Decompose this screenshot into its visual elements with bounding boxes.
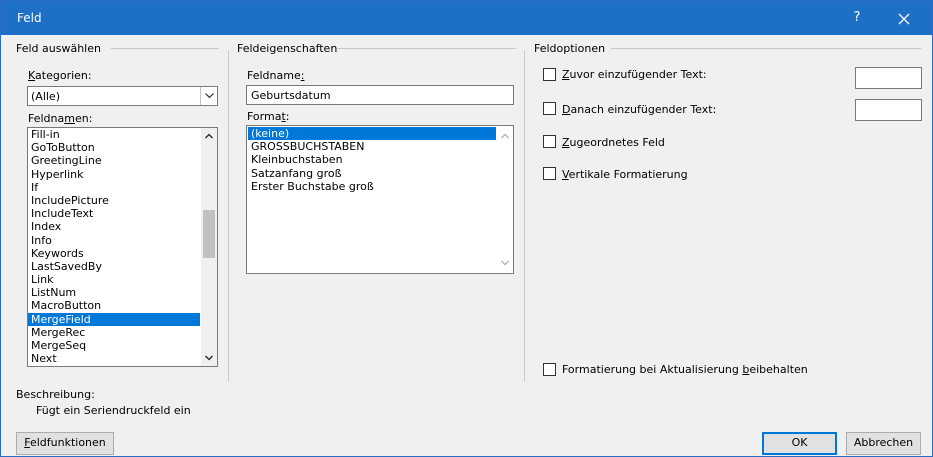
field-dialog: Feld ? Feld auswählen Kategorien: (Alle)… (0, 0, 933, 457)
group-line-properties (337, 48, 516, 49)
format-scroll-down-button[interactable] (497, 255, 513, 271)
fieldname-item[interactable]: Hyperlink (28, 168, 200, 181)
fieldname-item[interactable]: MergeSeq (28, 339, 200, 352)
group-title-select: Feld auswählen (16, 42, 105, 55)
mapped-field-label: Zugeordnetes Feld (562, 136, 665, 149)
before-text-checkbox[interactable] (543, 68, 556, 81)
format-list[interactable]: (keine) GROSSBUCHSTABEN Kleinbuchstaben Sat… (246, 125, 514, 274)
fieldnames-list[interactable]: Fill-in GoToButton GreetingLine Hyperlink If… (27, 127, 218, 367)
fieldname-input[interactable]: Geburtsdatum (246, 85, 514, 105)
fieldname-item[interactable]: If (28, 181, 200, 194)
mapped-field-checkbox[interactable] (543, 135, 556, 148)
group-line-options (611, 48, 921, 49)
keep-format-checkbox[interactable] (543, 363, 556, 376)
fieldname-item[interactable]: LastSavedBy (28, 260, 200, 273)
fieldname-item[interactable]: GreetingLine (28, 154, 200, 167)
separator-right (524, 51, 525, 381)
format-item[interactable]: Erster Buchstabe groß (248, 180, 496, 193)
group-title-options: Feldoptionen (534, 42, 610, 55)
keep-format-label: Formatierung bei Aktualisierung beibehal… (562, 363, 808, 376)
separator-left (228, 51, 229, 381)
format-scroll-up-button[interactable] (497, 128, 513, 144)
fieldname-item[interactable]: MergeRec (28, 326, 200, 339)
vertical-format-checkbox[interactable] (543, 167, 556, 180)
categories-value: (Alle) (31, 90, 60, 103)
fieldname-item[interactable]: Next (28, 352, 200, 365)
fieldname-item[interactable]: Index (28, 220, 200, 233)
format-item[interactable]: Satzanfang groß (248, 167, 496, 180)
after-text-input[interactable] (855, 99, 922, 121)
fieldnames-scrollbar[interactable] (201, 128, 217, 366)
title-bar: Feld ? (1, 1, 932, 35)
chevron-up-icon (501, 133, 509, 139)
before-text-input[interactable] (855, 67, 922, 89)
categories-label: Kategorien: (28, 69, 92, 82)
cancel-button[interactable]: Abbrechen (846, 432, 921, 455)
chevron-down-icon (501, 260, 509, 266)
fieldname-item[interactable]: Link (28, 273, 200, 286)
scroll-up-button[interactable] (201, 128, 217, 144)
close-button[interactable] (889, 8, 919, 30)
fieldname-item[interactable]: MergeField (28, 312, 200, 326)
fieldname-item[interactable]: Fill-in (28, 128, 200, 141)
group-title-properties: Feldeigenschaften (237, 42, 342, 55)
scrollbar-thumb[interactable] (203, 210, 215, 258)
fieldname-item[interactable]: MacroButton (28, 299, 200, 312)
fieldnames-label: Feldnamen: (28, 112, 93, 125)
help-button[interactable]: ? (849, 10, 865, 25)
dialog-title: Feld (17, 11, 42, 25)
after-text-checkbox[interactable] (543, 102, 556, 115)
chevron-down-icon (205, 93, 214, 99)
categories-select[interactable]: (Alle) (27, 86, 218, 106)
group-line-select (111, 48, 219, 49)
format-scrollbar[interactable] (497, 126, 513, 273)
chevron-up-icon (205, 133, 213, 139)
format-label: Format: (247, 110, 290, 123)
fieldname-item[interactable]: GoToButton (28, 141, 200, 154)
fieldname-item[interactable]: IncludePicture (28, 194, 200, 207)
scroll-down-button[interactable] (201, 350, 217, 366)
vertical-format-label: Vertikale Formatierung (562, 168, 688, 181)
fieldname-value: Geburtsdatum (251, 89, 331, 102)
fieldname-item[interactable]: IncludeText (28, 207, 200, 220)
ok-button[interactable]: OK (762, 432, 837, 455)
description-label: Beschreibung: (16, 388, 95, 401)
format-item[interactable]: Kleinbuchstaben (248, 153, 496, 166)
format-item[interactable]: (keine) (248, 127, 496, 141)
fieldname-label: Feldname: (247, 69, 305, 82)
close-icon (898, 13, 910, 25)
chevron-down-icon (205, 355, 213, 361)
format-item[interactable]: GROSSBUCHSTABEN (248, 140, 496, 153)
fieldname-item[interactable]: Info (28, 234, 200, 247)
fieldname-item[interactable]: Keywords (28, 247, 200, 260)
before-text-label: Zuvor einzufügender Text: (562, 68, 707, 81)
fieldname-item[interactable]: ListNum (28, 286, 200, 299)
after-text-label: Danach einzufügender Text: (562, 103, 717, 116)
field-codes-button[interactable]: Feldfunktionen (16, 432, 114, 455)
categories-dropdown-button[interactable] (200, 87, 217, 105)
description-text: Fügt ein Seriendruckfeld ein (36, 404, 191, 417)
